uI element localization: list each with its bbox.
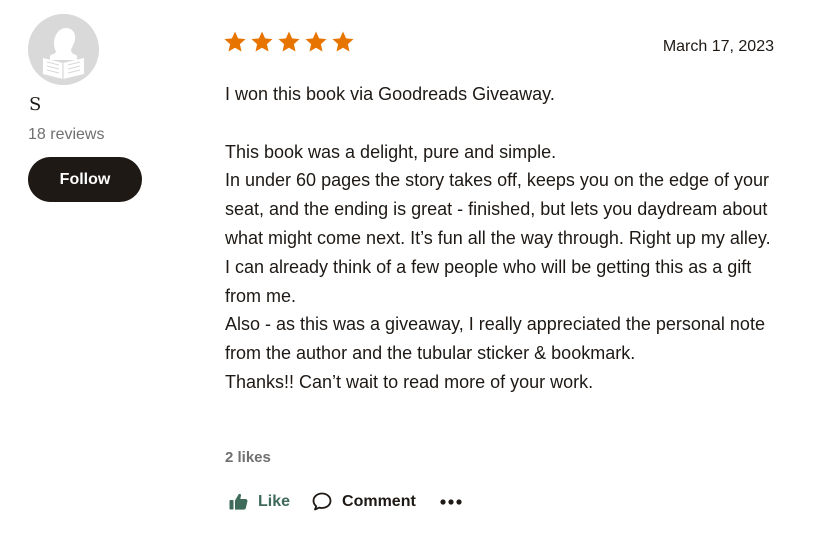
review-paragraph: I can already think of a few people who …	[225, 256, 752, 306]
review-paragraph: This book was a delight, pure and simple…	[225, 141, 557, 162]
star-icon	[224, 31, 246, 52]
star-icon	[305, 31, 327, 52]
review-date[interactable]: March 17, 2023	[658, 38, 774, 56]
like-label: Like	[258, 492, 291, 510]
more-options-button[interactable]	[440, 498, 462, 505]
review-paragraph: Thanks!! Can’t wait to read more of your…	[225, 371, 594, 392]
review-paragraph	[225, 109, 785, 138]
review-paragraph: In under 60 pages the story takes off, k…	[225, 170, 771, 248]
review-paragraph: I won this book via Goodreads Giveaway.	[225, 84, 555, 104]
reader-silhouette-icon	[28, 14, 99, 85]
speech-bubble-icon	[312, 492, 332, 511]
review-count: 18 reviews	[28, 126, 105, 143]
comment-button[interactable]: Comment	[312, 492, 416, 511]
rating-stars	[223, 30, 355, 54]
reviewer-panel: S 18 reviews Follow	[28, 14, 178, 202]
review-text: I won this book via Goodreads Giveaway. T…	[225, 80, 785, 397]
review-paragraph: Also - as this was a giveaway, I really …	[225, 314, 765, 364]
thumbs-up-icon	[229, 493, 248, 510]
like-button[interactable]: Like	[229, 493, 290, 511]
reviewer-name[interactable]: S	[29, 94, 41, 115]
review-actions: Like Comment	[229, 492, 462, 511]
likes-count[interactable]: 2 likes	[225, 449, 271, 466]
star-icon	[278, 31, 300, 52]
follow-button[interactable]: Follow	[28, 157, 142, 202]
avatar[interactable]	[28, 14, 99, 85]
star-icon	[332, 31, 354, 52]
more-dots-icon	[440, 498, 462, 505]
star-icon	[251, 31, 273, 52]
comment-label: Comment	[342, 492, 416, 510]
